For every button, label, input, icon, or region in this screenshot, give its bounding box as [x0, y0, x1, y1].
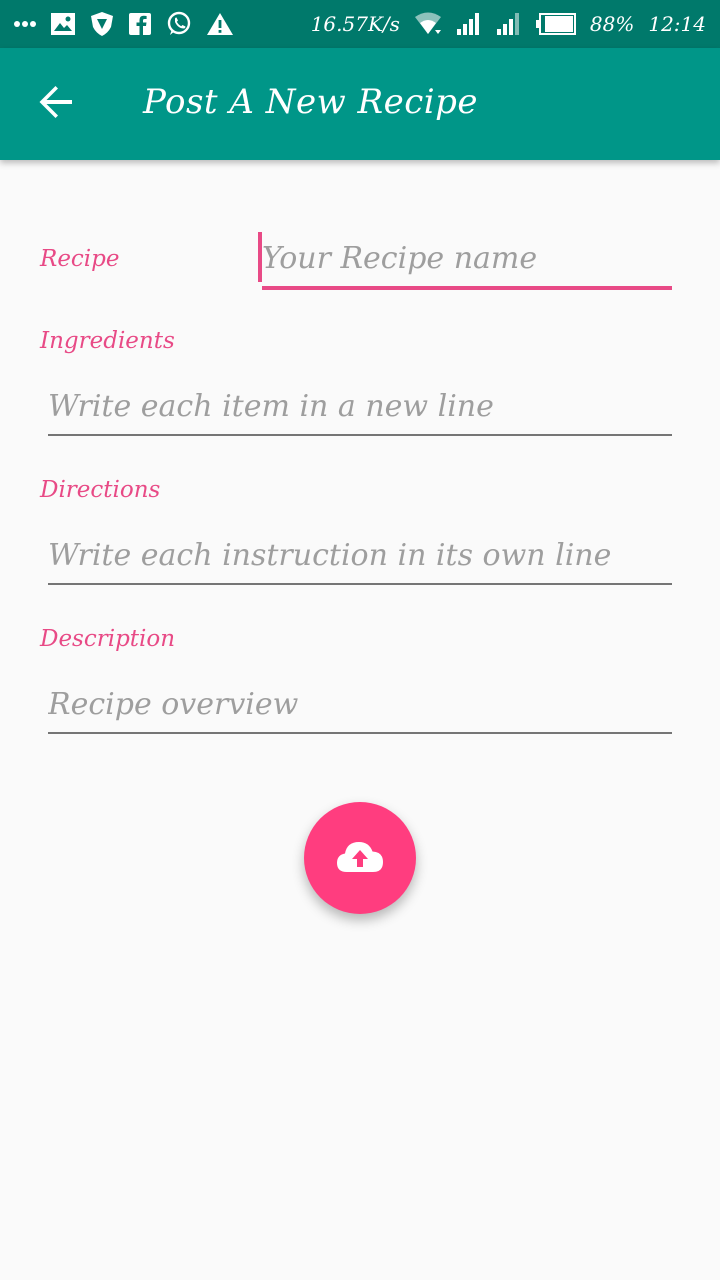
more-horizontal-icon: [14, 20, 36, 28]
ingredients-label: Ingredients: [40, 328, 175, 354]
description-input[interactable]: [48, 684, 672, 734]
clock: 12:14: [648, 12, 706, 36]
cloud-upload-icon: [335, 838, 385, 878]
vpn-shield-icon: [90, 11, 114, 37]
status-bar: 16.57K/s 88% 12:14: [0, 0, 720, 48]
recipe-label: Recipe: [40, 246, 120, 272]
facebook-icon: [128, 12, 152, 36]
warning-icon: [206, 12, 234, 36]
description-label: Description: [40, 626, 176, 652]
wifi-icon: [414, 12, 442, 36]
directions-label: Directions: [40, 477, 161, 503]
page-title: Post A New Recipe: [143, 82, 479, 122]
battery-percent: 88%: [589, 12, 635, 36]
recipe-name-input[interactable]: [262, 238, 672, 290]
upload-recipe-button[interactable]: [304, 802, 416, 914]
battery-icon: [535, 13, 576, 35]
signal-icon-sim1: [456, 12, 482, 36]
signal-icon-sim2: [496, 12, 522, 36]
app-bar: Post A New Recipe: [0, 48, 720, 160]
image-icon: [50, 12, 76, 36]
ingredients-input[interactable]: [48, 386, 672, 436]
net-speed-text: 16.57K/s: [310, 12, 400, 36]
back-button[interactable]: [0, 48, 112, 160]
directions-input[interactable]: [48, 535, 672, 585]
whatsapp-icon: [166, 11, 192, 37]
arrow-back-icon: [38, 84, 74, 124]
